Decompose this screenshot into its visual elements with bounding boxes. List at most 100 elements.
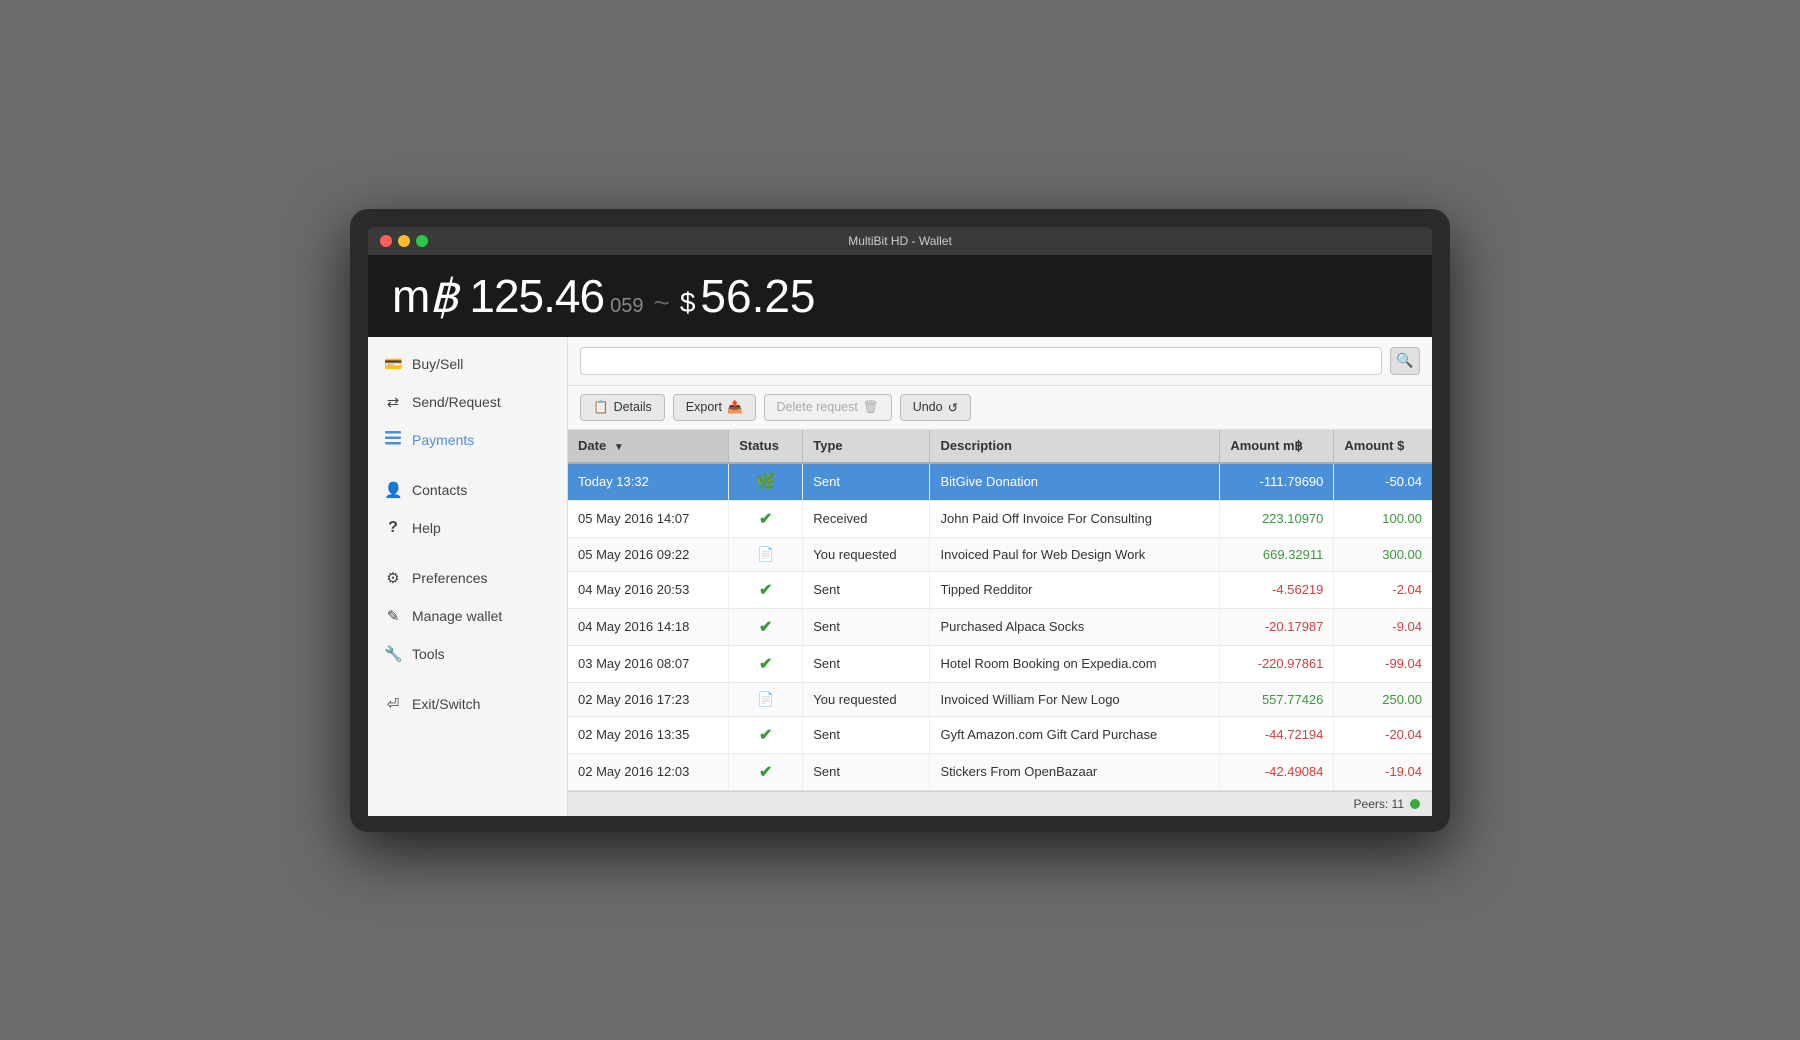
cell-amount-usd: 250.00 [1334,682,1432,716]
traffic-lights [380,235,428,247]
sidebar-item-contacts[interactable]: 👤 Contacts [368,471,567,509]
sidebar-label-manage-wallet: Manage wallet [412,608,502,624]
laptop-frame: MultiBit HD - Wallet m฿ 125.46 059 ~ $ 5… [350,209,1450,832]
search-icon: 🔍 [1396,352,1413,369]
table-row[interactable]: 04 May 2016 20:53✔SentTipped Redditor-4.… [568,571,1432,608]
payments-icon [384,431,402,449]
status-icon: 🌿 [756,475,776,490]
table-row[interactable]: 02 May 2016 12:03✔SentStickers From Open… [568,753,1432,790]
manage-wallet-icon: ✎ [384,607,402,625]
export-icon: 📤 [727,400,743,415]
cell-amount-mbtc: -4.56219 [1220,571,1334,608]
col-type-label: Type [813,438,842,453]
cell-date: 02 May 2016 17:23 [568,682,729,716]
cell-date: 05 May 2016 09:22 [568,537,729,571]
status-icon: ✔ [759,765,772,780]
sidebar-item-help[interactable]: ? Help [368,509,567,547]
sidebar-label-contacts: Contacts [412,482,467,498]
peers-indicator [1410,799,1420,809]
cell-type: Sent [803,571,930,608]
cell-amount-usd: -19.04 [1334,753,1432,790]
cell-description: BitGive Donation [930,463,1220,501]
cell-date: 03 May 2016 08:07 [568,645,729,682]
sidebar-item-tools[interactable]: 🔧 Tools [368,635,567,673]
col-description[interactable]: Description [930,430,1220,463]
delete-request-button[interactable]: Delete request 🗑 [764,394,892,421]
maximize-button[interactable] [416,235,428,247]
usd-symbol: $ [680,287,695,319]
balance-bar: m฿ 125.46 059 ~ $ 56.25 [368,255,1432,337]
cell-status: ✔ [729,753,803,790]
mbtc-main: 125.46 [469,270,604,322]
sidebar-label-preferences: Preferences [412,570,487,586]
undo-icon: ↺ [948,400,958,415]
table-row[interactable]: 02 May 2016 13:35✔SentGyft Amazon.com Gi… [568,716,1432,753]
table-row[interactable]: 05 May 2016 14:07✔ReceivedJohn Paid Off … [568,500,1432,537]
sidebar-item-buy-sell[interactable]: 💳 Buy/Sell [368,345,567,383]
col-status[interactable]: Status [729,430,803,463]
cell-amount-mbtc: 669.32911 [1220,537,1334,571]
app-window: m฿ 125.46 059 ~ $ 56.25 💳 Buy/Sell ⇄ Sen… [368,255,1432,816]
undo-label: Undo [913,400,943,414]
cell-status: ✔ [729,500,803,537]
delete-icon: 🗑 [863,400,879,415]
cell-amount-usd: 300.00 [1334,537,1432,571]
table-row[interactable]: Today 13:32🌿SentBitGive Donation-111.796… [568,463,1432,501]
contacts-icon: 👤 [384,481,402,499]
cell-amount-mbtc: 223.10970 [1220,500,1334,537]
table-row[interactable]: 04 May 2016 14:18✔SentPurchased Alpaca S… [568,608,1432,645]
col-amount-mbtc[interactable]: Amount m฿ [1220,430,1334,463]
details-button[interactable]: 📋 Details [580,394,665,421]
col-date[interactable]: Date ▼ [568,430,729,463]
sidebar-item-manage-wallet[interactable]: ✎ Manage wallet [368,597,567,635]
col-status-label: Status [739,438,779,453]
sort-arrow: ▼ [614,442,624,453]
cell-status: ✔ [729,716,803,753]
content-area: 🔍 📋 Details Export 📤 Delete request [568,337,1432,816]
cell-amount-mbtc: -20.17987 [1220,608,1334,645]
cell-amount-mbtc: -220.97861 [1220,645,1334,682]
cell-amount-mbtc: -42.49084 [1220,753,1334,790]
sidebar-item-exit-switch[interactable]: ⏎ Exit/Switch [368,685,567,723]
cell-type: Sent [803,645,930,682]
btc-symbol: ฿ [429,270,457,322]
col-date-label: Date [578,438,606,453]
usd-value: 56.25 [700,269,815,323]
cell-status: 📄 [729,682,803,716]
balance-mbtc: m฿ 125.46 [392,269,604,323]
mbtc-prefix: m [392,270,429,322]
minimize-button[interactable] [398,235,410,247]
close-button[interactable] [380,235,392,247]
details-label: Details [614,400,652,414]
undo-button[interactable]: Undo ↺ [900,394,971,421]
cell-date: 02 May 2016 12:03 [568,753,729,790]
col-type[interactable]: Type [803,430,930,463]
table-row[interactable]: 02 May 2016 17:23📄You requestedInvoiced … [568,682,1432,716]
status-icon: 📄 [757,692,774,707]
sidebar-label-payments: Payments [412,432,474,448]
sidebar-item-payments[interactable]: Payments [368,421,567,459]
main-area: 💳 Buy/Sell ⇄ Send/Request Paym [368,337,1432,816]
search-button[interactable]: 🔍 [1390,347,1420,375]
status-icon: ✔ [759,512,772,527]
col-amount-usd-label: Amount $ [1344,438,1404,453]
cell-date: 04 May 2016 14:18 [568,608,729,645]
transactions-table-container[interactable]: Date ▼ Status Type Descrip [568,430,1432,791]
details-icon: 📋 [593,400,609,415]
export-button[interactable]: Export 📤 [673,394,756,421]
laptop-bottom [368,818,1432,832]
cell-amount-usd: -9.04 [1334,608,1432,645]
preferences-icon: ⚙ [384,569,402,587]
table-row[interactable]: 03 May 2016 08:07✔SentHotel Room Booking… [568,645,1432,682]
sidebar-item-send-request[interactable]: ⇄ Send/Request [368,383,567,421]
col-amount-usd[interactable]: Amount $ [1334,430,1432,463]
transactions-table: Date ▼ Status Type Descrip [568,430,1432,791]
cell-description: Invoiced Paul for Web Design Work [930,537,1220,571]
table-row[interactable]: 05 May 2016 09:22📄You requestedInvoiced … [568,537,1432,571]
cell-amount-usd: -50.04 [1334,463,1432,501]
sidebar-item-preferences[interactable]: ⚙ Preferences [368,559,567,597]
search-input[interactable] [580,347,1382,375]
col-description-label: Description [940,438,1012,453]
window-title: MultiBit HD - Wallet [848,234,952,248]
cell-description: Stickers From OpenBazaar [930,753,1220,790]
